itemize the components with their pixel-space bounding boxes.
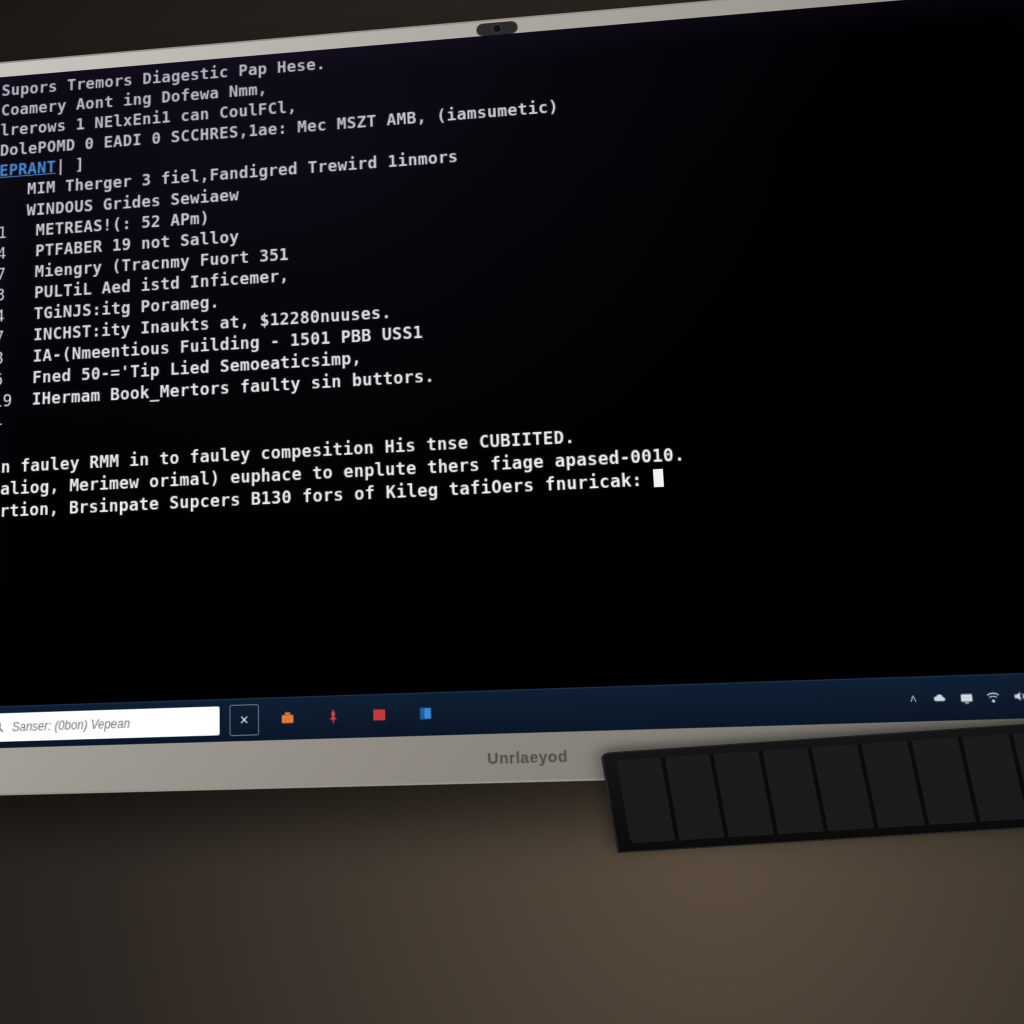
terminal-output: Supors Tremors Diagestic Pap Hese. Coame… xyxy=(0,0,1024,524)
terminal-cursor xyxy=(653,469,664,488)
taskbar-search-input[interactable] xyxy=(10,713,212,736)
taskbar-app-4[interactable] xyxy=(404,693,448,737)
tray-wifi-icon[interactable] xyxy=(984,689,1001,705)
system-tray: ˄ xyxy=(894,682,1024,711)
taskbar-app-2[interactable] xyxy=(312,696,355,739)
diag-row-index: 7 xyxy=(0,266,6,285)
diag-row-text: MIM Therger 3 fiel,Fandigred Trewird 1in… xyxy=(27,149,459,200)
tray-network-icon[interactable] xyxy=(958,690,975,706)
pin-icon xyxy=(325,707,341,727)
diag-row-index: 19 xyxy=(0,392,12,412)
diag-row-index: 6 xyxy=(0,371,3,390)
close-icon: ✕ xyxy=(239,713,249,728)
tray-volume-icon[interactable] xyxy=(1011,688,1024,704)
diag-row-index: 3 xyxy=(0,286,6,305)
panel-icon xyxy=(417,704,434,725)
tray-chevron-up-icon[interactable]: ˄ xyxy=(905,692,922,708)
window-icon xyxy=(371,706,388,727)
diag-row-index: 1 xyxy=(0,224,7,243)
diag-row-index: 8 xyxy=(0,350,4,369)
screen: Supors Tremors Diagestic Pap Hese. Coame… xyxy=(0,0,1024,749)
diag-row-index: 7 xyxy=(0,329,4,348)
laptop-brand-label: Unrlaeyod xyxy=(487,748,568,768)
diag-row-index: 4 xyxy=(0,245,7,264)
search-icon xyxy=(0,719,5,737)
tray-onedrive-icon[interactable] xyxy=(931,691,948,707)
briefcase-icon xyxy=(280,709,296,729)
taskbar-app-3[interactable] xyxy=(358,694,401,737)
taskbar-pinned-apps xyxy=(267,693,448,741)
terminal-prompt-label: EPRANT xyxy=(0,159,56,181)
taskbar-close-button[interactable]: ✕ xyxy=(229,704,259,736)
terminal-prompt-suffix: | ] xyxy=(56,157,85,177)
taskbar-search[interactable] xyxy=(0,706,220,742)
taskbar-app-1[interactable] xyxy=(267,697,309,740)
diag-row-index: 4 xyxy=(0,308,5,327)
